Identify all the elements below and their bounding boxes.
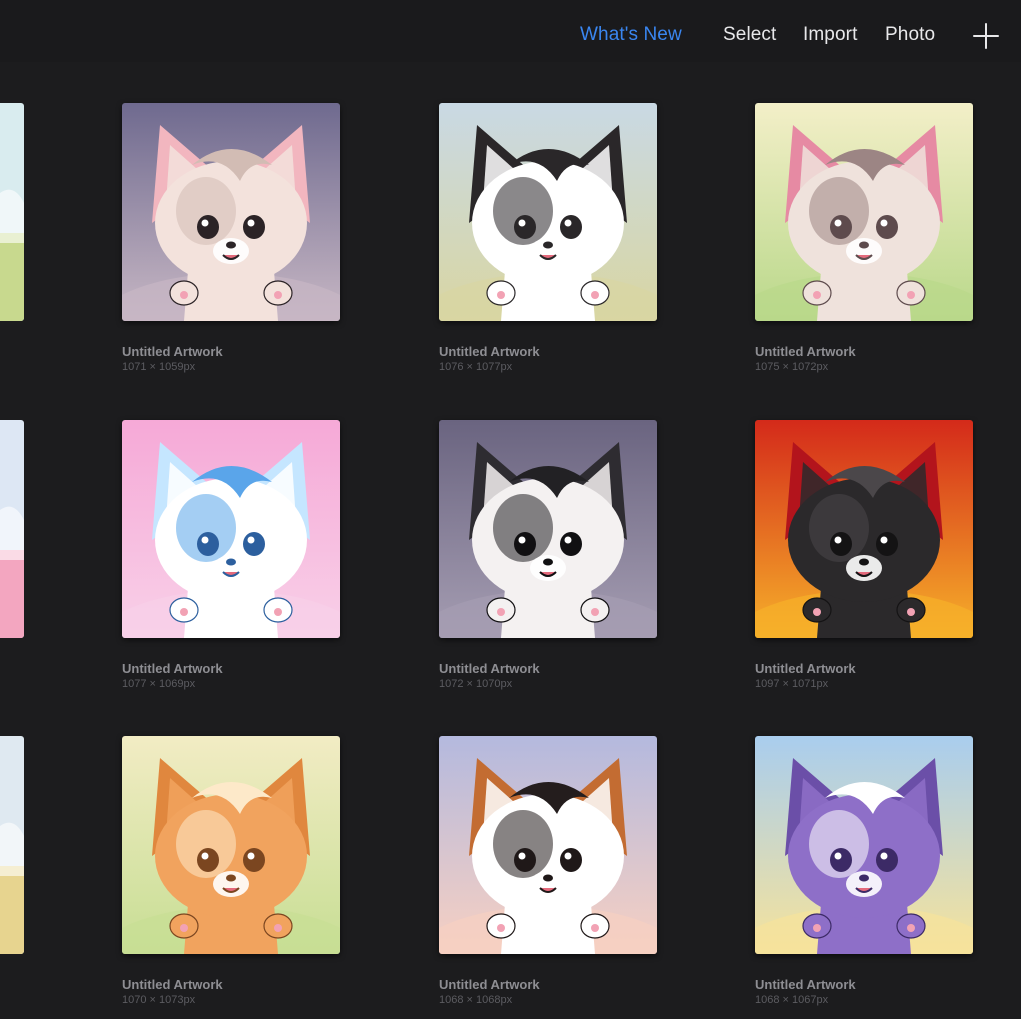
artwork-title[interactable]: Untitled Artwork <box>439 344 540 359</box>
artwork-dimensions: 1068 × 1068px <box>439 994 513 1006</box>
artwork-dimensions: 1077 × 1069px <box>122 678 196 690</box>
artwork-dimensions: 1068 × 1067px <box>755 994 829 1006</box>
artwork-thumbnail-partial[interactable] <box>0 420 24 638</box>
artwork-dimensions: 1076 × 1077px <box>439 361 513 373</box>
artwork-thumbnail[interactable] <box>439 103 657 321</box>
top-toolbar: What's New Select Import Photo <box>0 0 1021 63</box>
artwork-title[interactable]: Untitled Artwork <box>755 977 856 992</box>
artwork-dimensions: 1075 × 1072px <box>755 361 829 373</box>
artwork-dimensions: 1097 × 1071px <box>755 678 829 690</box>
artwork-title[interactable]: Untitled Artwork <box>755 661 856 676</box>
artwork-title[interactable]: Untitled Artwork <box>439 977 540 992</box>
artwork-gallery: Untitled Artwork 1071 × 1059px Untitled … <box>0 62 1021 1019</box>
artwork-title[interactable]: Untitled Artwork <box>439 661 540 676</box>
artwork-thumbnail[interactable] <box>755 736 973 954</box>
artwork-dimensions: 1070 × 1073px <box>122 994 196 1006</box>
artwork-thumbnail[interactable] <box>122 103 340 321</box>
whats-new-link[interactable]: What's New <box>580 24 682 46</box>
artwork-thumbnail-partial[interactable] <box>0 736 24 954</box>
artwork-thumbnail[interactable] <box>755 103 973 321</box>
artwork-title[interactable]: Untitled Artwork <box>122 977 223 992</box>
artwork-thumbnail[interactable] <box>122 736 340 954</box>
plus-icon[interactable] <box>972 22 1000 50</box>
artwork-title[interactable]: Untitled Artwork <box>755 344 856 359</box>
artwork-dimensions: 1071 × 1059px <box>122 361 196 373</box>
select-button[interactable]: Select <box>723 24 776 46</box>
artwork-thumbnail-partial[interactable] <box>0 103 24 321</box>
artwork-thumbnail[interactable] <box>755 420 973 638</box>
import-button[interactable]: Import <box>803 24 857 46</box>
artwork-title[interactable]: Untitled Artwork <box>122 661 223 676</box>
artwork-thumbnail[interactable] <box>439 736 657 954</box>
photo-button[interactable]: Photo <box>885 24 935 46</box>
artwork-dimensions: 1072 × 1070px <box>439 678 513 690</box>
artwork-title[interactable]: Untitled Artwork <box>122 344 223 359</box>
artwork-thumbnail[interactable] <box>122 420 340 638</box>
artwork-thumbnail[interactable] <box>439 420 657 638</box>
